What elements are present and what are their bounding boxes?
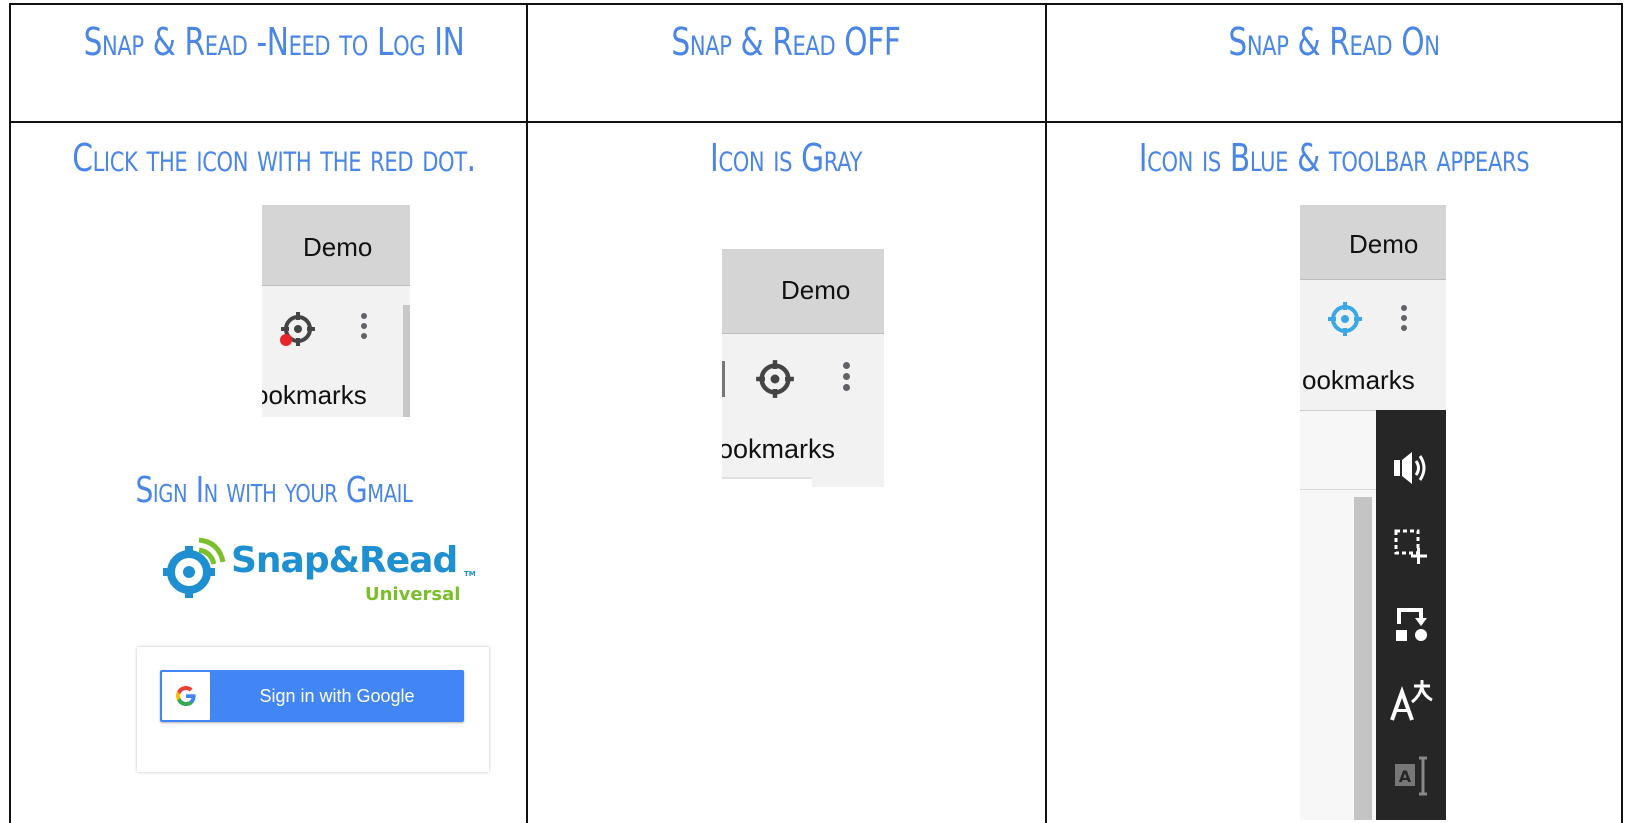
tab-title: Demo bbox=[1349, 229, 1419, 259]
logo-brand-text: Snap&Read bbox=[231, 540, 458, 581]
column-1-title: Snap & Read -Need to Log IN bbox=[83, 20, 465, 64]
browser-crop-logged-out: Demo ookmarks bbox=[262, 205, 410, 417]
logo-trademark: TM bbox=[464, 570, 476, 578]
header-row-divider bbox=[11, 121, 1621, 123]
translate-icon[interactable] bbox=[1376, 678, 1446, 722]
browser-tab-bar: Demo bbox=[262, 205, 410, 286]
screen-select-icon[interactable] bbox=[1376, 526, 1446, 566]
bookmarks-label: ookmarks bbox=[722, 434, 836, 464]
snap-read-toolbar: A bbox=[1376, 410, 1446, 820]
three-dots-vertical-icon[interactable] bbox=[842, 362, 850, 395]
google-g-icon bbox=[176, 686, 196, 706]
page-divider bbox=[1300, 489, 1376, 490]
tab-title: Demo bbox=[781, 275, 851, 305]
red-dot-icon bbox=[280, 334, 292, 346]
edge-strip bbox=[403, 305, 410, 417]
column-3-title: Snap & Read On bbox=[1228, 20, 1440, 64]
column-divider bbox=[526, 5, 528, 823]
snap-and-read-logo-icon bbox=[163, 537, 226, 598]
snap-and-read-logo: Snap&Read TM Universal bbox=[159, 532, 479, 605]
browser-tab-bar: Demo bbox=[1300, 205, 1446, 280]
column-3-instruction: Icon is Blue & toolbar appears bbox=[1138, 136, 1530, 180]
google-signin-card: Sign in with Google bbox=[137, 647, 489, 772]
bookmarks-label: ookmarks bbox=[1302, 365, 1415, 395]
speaker-icon[interactable] bbox=[1376, 448, 1446, 488]
column-1-instruction: Click the icon with the red dot. bbox=[72, 136, 476, 180]
column-2-title: Snap & Read OFF bbox=[671, 20, 901, 64]
crop-bottom-strip bbox=[722, 477, 812, 487]
three-dots-vertical-icon[interactable] bbox=[1400, 305, 1408, 335]
text-select-icon[interactable]: A bbox=[1376, 754, 1446, 798]
logo-subbrand-text: Universal bbox=[365, 584, 461, 605]
tab-title: Demo bbox=[303, 232, 373, 262]
crosshair-target-icon[interactable] bbox=[755, 359, 795, 404]
google-button-label: Sign in with Google bbox=[259, 686, 415, 706]
three-dots-vertical-icon[interactable] bbox=[360, 313, 368, 343]
scrollbar[interactable] bbox=[1354, 497, 1372, 820]
svg-text:A: A bbox=[1399, 767, 1412, 786]
sign-in-with-google-button[interactable]: Sign in with Google bbox=[160, 670, 464, 722]
crosshair-target-icon[interactable] bbox=[1327, 301, 1363, 342]
browser-crop-off: Demo ookmarks bbox=[722, 249, 884, 487]
reading-order-icon[interactable] bbox=[1376, 604, 1446, 644]
browser-tab-bar: Demo bbox=[722, 249, 884, 334]
browser-crop-on: Demo ookmarks A bbox=[1300, 205, 1446, 820]
column-divider bbox=[1045, 5, 1047, 823]
edge-strip bbox=[722, 361, 725, 397]
crosshair-target-icon[interactable] bbox=[280, 311, 316, 352]
column-2-instruction: Icon is Gray bbox=[710, 136, 862, 180]
page-content-area bbox=[1300, 410, 1376, 820]
google-logo-box bbox=[162, 672, 210, 720]
signin-heading: Sign In with your Gmail bbox=[135, 470, 413, 511]
bookmarks-label: ookmarks bbox=[262, 380, 367, 410]
